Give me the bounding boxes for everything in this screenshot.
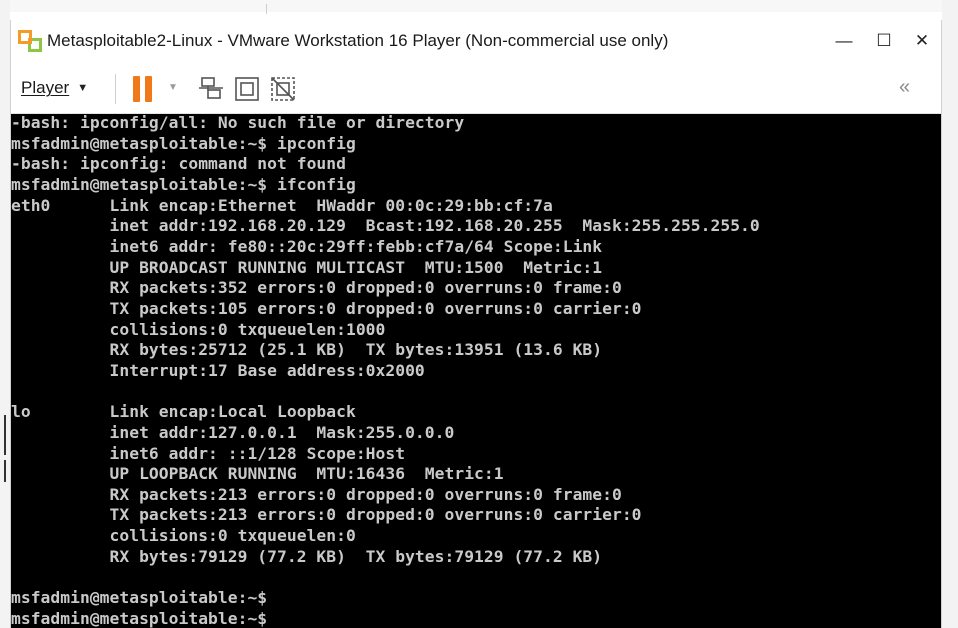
console-line: lo Link encap:Local Loopback xyxy=(11,402,356,422)
console-line: -bash: ipconfig: command not found xyxy=(11,154,346,174)
console-line: RX packets:213 errors:0 dropped:0 overru… xyxy=(11,484,622,504)
network-icon[interactable] xyxy=(197,75,225,103)
power-options-dropdown[interactable]: ▼ xyxy=(168,82,178,93)
vmware-player-window: Metasploitable2-Linux - VMware Workstati… xyxy=(10,20,942,628)
console-line: -bash: ipconfig/all: No such file or dir… xyxy=(11,114,465,132)
background-right-strip xyxy=(942,0,958,628)
console-line: inet6 addr: fe80::20c:29ff:febb:cf7a/64 … xyxy=(11,236,603,256)
console-line: inet6 addr: ::1/128 Scope:Host xyxy=(11,443,406,463)
console-line: inet addr:192.168.20.129 Bcast:192.168.2… xyxy=(11,216,760,236)
console-line: UP BROADCAST RUNNING MULTICAST MTU:1500 … xyxy=(11,257,603,277)
console-line: msfadmin@metasploitable:~$ ipconfig xyxy=(11,133,356,153)
console-line: TX packets:105 errors:0 dropped:0 overru… xyxy=(11,298,642,318)
background-scroll-marker xyxy=(4,415,6,455)
collapse-toolbar-icon[interactable]: « xyxy=(899,76,910,99)
background-window-edge xyxy=(0,0,958,12)
unity-icon[interactable] xyxy=(269,75,297,103)
fit-guest-icon[interactable] xyxy=(233,75,261,103)
console-line: RX bytes:79129 (77.2 KB) TX bytes:79129 … xyxy=(11,546,603,566)
background-left-strip xyxy=(0,0,10,628)
player-menu-label: Player xyxy=(21,78,70,97)
console-line: msfadmin@metasploitable:~$ ifconfig xyxy=(11,174,356,194)
close-icon: ✕ xyxy=(914,31,930,50)
toolbar-divider xyxy=(115,74,116,104)
background-scroll-marker xyxy=(4,460,6,482)
console-line: RX packets:352 errors:0 dropped:0 overru… xyxy=(11,278,622,298)
title-bar[interactable]: Metasploitable2-Linux - VMware Workstati… xyxy=(11,20,941,62)
maximize-icon: ☐ xyxy=(876,31,892,50)
close-button[interactable]: ✕ xyxy=(905,26,939,56)
console-line: collisions:0 txqueuelen:1000 xyxy=(11,319,386,339)
vmware-player-icon xyxy=(18,30,42,52)
console-line: msfadmin@metasploitable:~$ xyxy=(11,608,268,628)
player-menu-button[interactable]: Player ▼ xyxy=(21,75,88,101)
maximize-button[interactable]: ☐ xyxy=(867,26,901,56)
minimize-button[interactable]: — xyxy=(827,26,861,56)
chevron-down-icon: ▼ xyxy=(77,82,89,94)
console-line: inet addr:127.0.0.1 Mask:255.0.0.0 xyxy=(11,422,455,442)
window-title: Metasploitable2-Linux - VMware Workstati… xyxy=(47,31,669,50)
background-divider xyxy=(266,4,267,14)
pause-icon xyxy=(133,76,140,102)
pause-icon xyxy=(145,76,152,102)
console-line: UP LOOPBACK RUNNING MTU:16436 Metric:1 xyxy=(11,464,504,484)
player-toolbar: Player ▼ ▼ « xyxy=(11,62,941,114)
console-line: Interrupt:17 Base address:0x2000 xyxy=(11,360,425,380)
minimize-icon: — xyxy=(835,31,853,50)
console-line: msfadmin@metasploitable:~$ xyxy=(11,588,268,608)
pause-button[interactable] xyxy=(131,76,159,102)
console-output: -bash: ipconfig/all: No such file or dir… xyxy=(11,114,760,628)
console-line: TX packets:213 errors:0 dropped:0 overru… xyxy=(11,505,642,525)
console-line: eth0 Link encap:Ethernet HWaddr 00:0c:29… xyxy=(11,195,553,215)
console-line: RX bytes:25712 (25.1 KB) TX bytes:13951 … xyxy=(11,340,603,360)
console-line: collisions:0 txqueuelen:0 xyxy=(11,526,356,546)
vm-console[interactable]: -bash: ipconfig/all: No such file or dir… xyxy=(11,114,941,628)
